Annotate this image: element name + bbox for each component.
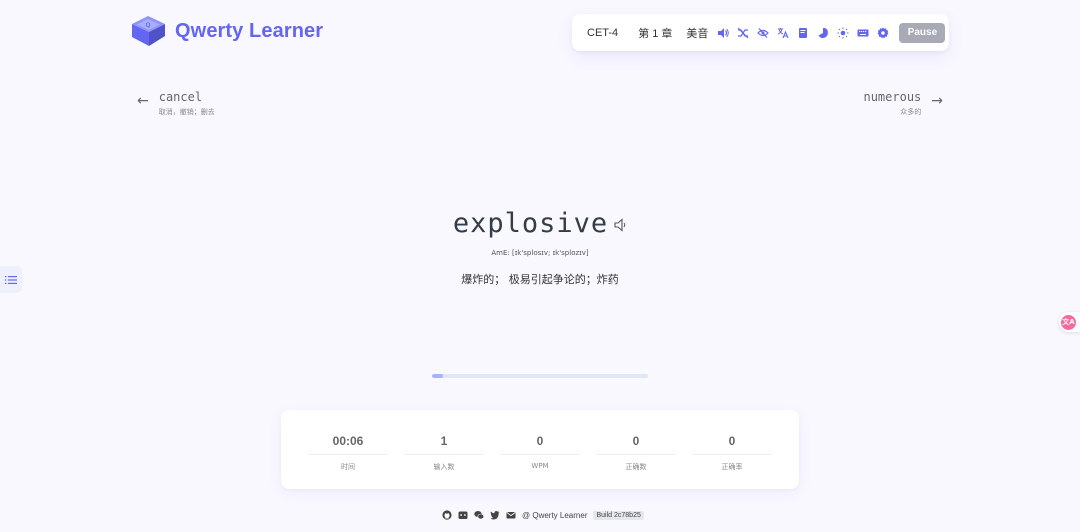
pause-button[interactable]: Pause: [899, 22, 946, 43]
dictionary-select[interactable]: CET-4: [587, 27, 618, 39]
current-word-area: explosive: [0, 208, 1080, 239]
stat-value: 1: [440, 434, 448, 448]
stat-correct-count: 0 正确数: [588, 410, 684, 489]
stat-divider: [308, 454, 388, 455]
stat-divider: [500, 454, 580, 455]
speaker-icon[interactable]: [614, 217, 627, 232]
phonetic: AmE: [ɪk'splosɪv; ɪk'splozɪv]: [491, 249, 589, 257]
toolbar: CET-4 第 1 章 美音 Pause: [572, 14, 949, 51]
stats-panel: 00:06 时间 1 输入数 0 WPM 0 正确数 0 正确率: [281, 410, 799, 489]
stat-time: 00:06 时间: [300, 410, 396, 489]
accent-select[interactable]: 美音: [686, 25, 708, 41]
next-word-translation: 众多的: [900, 108, 922, 116]
prev-word: cancel: [158, 90, 203, 104]
volume-icon[interactable]: [717, 27, 730, 39]
mail-icon[interactable]: [506, 510, 516, 520]
stat-accuracy: 0 正确率: [684, 410, 780, 489]
word-translation: 爆炸的； 极易引起争论的；炸药: [461, 273, 619, 286]
keyboard-key-logo-icon: Q: [132, 16, 165, 46]
arrow-left-icon: ←: [137, 93, 149, 109]
next-word-nav[interactable]: numerous 众多的 →: [863, 90, 943, 117]
github-icon[interactable]: [442, 510, 452, 520]
translate-float-icon: 文A: [1061, 314, 1076, 330]
eye-off-icon[interactable]: [757, 27, 770, 39]
sun-icon[interactable]: [837, 27, 849, 39]
stat-divider: [596, 454, 676, 455]
word-list-toggle[interactable]: [0, 266, 22, 293]
progress-fill: [432, 374, 443, 378]
stat-value: 00:06: [332, 434, 364, 448]
book-icon[interactable]: [797, 27, 809, 39]
stat-label: WPM: [531, 462, 549, 470]
stat-label: 正确数: [625, 463, 647, 471]
twitter-icon[interactable]: [490, 510, 500, 520]
chapter-select[interactable]: 第 1 章: [638, 25, 672, 41]
footer: @ Qwerty Learner Build 2c78b25: [442, 509, 644, 521]
current-word[interactable]: explosive: [453, 208, 608, 239]
stat-wpm: 0 WPM: [492, 410, 588, 489]
gear-icon[interactable]: [877, 27, 889, 39]
wechat-icon[interactable]: [474, 510, 484, 520]
prev-word-box: cancel 取消，撤销；删去: [159, 90, 215, 117]
stat-value: 0: [728, 434, 736, 448]
translate-icon[interactable]: [777, 27, 789, 39]
bilibili-icon[interactable]: [458, 510, 468, 520]
prev-word-translation: 取消，撤销；删去: [158, 108, 215, 116]
progress-bar: [432, 374, 648, 378]
shuffle-off-icon[interactable]: [737, 27, 749, 39]
prev-word-nav[interactable]: ← cancel 取消，撤销；删去: [137, 90, 215, 117]
chart-icon[interactable]: [817, 27, 829, 39]
footer-credit[interactable]: @ Qwerty Learner: [522, 511, 587, 520]
list-icon: [5, 275, 17, 284]
keyboard-icon[interactable]: [857, 27, 869, 39]
next-word-box: numerous 众多的: [863, 90, 921, 117]
next-word: numerous: [863, 90, 922, 104]
app-logo[interactable]: Q Qwerty Learner: [130, 14, 323, 48]
stat-divider: [404, 454, 484, 455]
build-badge: Build 2c78b25: [593, 510, 644, 520]
translate-float-button[interactable]: 文A: [1059, 312, 1080, 332]
stat-label: 正确率: [721, 463, 743, 471]
stat-label: 时间: [341, 463, 355, 471]
stat-value: 0: [536, 434, 544, 448]
svg-text:Q: Q: [146, 22, 151, 29]
stat-input-count: 1 输入数: [396, 410, 492, 489]
stat-value: 0: [632, 434, 640, 448]
arrow-right-icon: →: [931, 93, 943, 109]
stat-label: 输入数: [433, 463, 455, 471]
stat-divider: [692, 454, 772, 455]
app-title: Qwerty Learner: [175, 19, 324, 42]
